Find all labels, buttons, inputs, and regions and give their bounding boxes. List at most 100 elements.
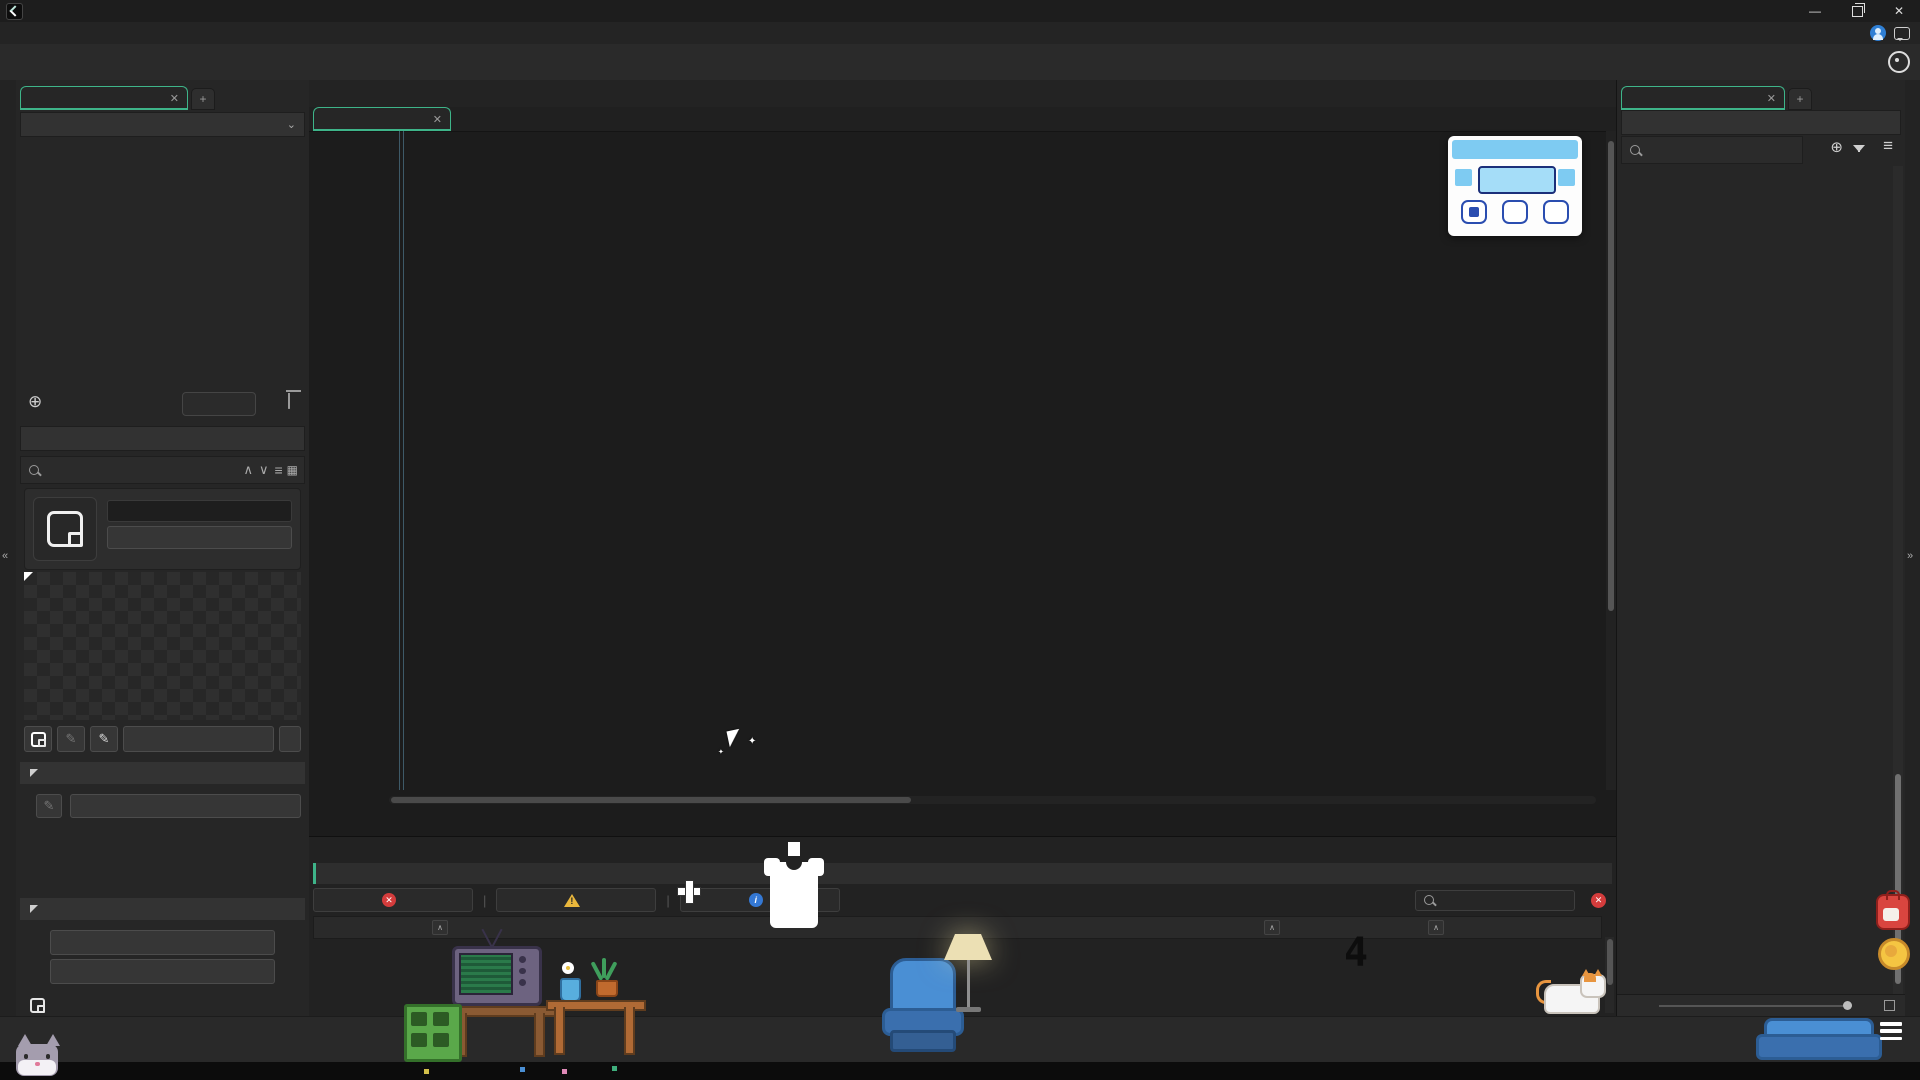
search-prev-icon[interactable]: ∧	[243, 462, 253, 478]
maximize-button[interactable]	[1836, 0, 1878, 22]
pet-tv	[452, 938, 552, 1010]
feather-search-input[interactable]	[1415, 890, 1575, 911]
collapse-right-icon[interactable]: »	[1907, 550, 1913, 562]
pixel-number-4: 4	[1344, 930, 1368, 976]
pet-menu-icon[interactable]	[1880, 1022, 1902, 1040]
tab-inspector[interactable]: ✕	[20, 86, 188, 110]
add-tab-button[interactable]: +	[191, 88, 215, 110]
pomodoro-title-bar[interactable]	[1452, 140, 1578, 159]
layers-dropdown[interactable]: ⌄	[20, 112, 305, 137]
properties-section-header[interactable]	[20, 762, 305, 784]
editor-horizontal-scrollbar[interactable]	[389, 796, 1596, 804]
clear-messages-button[interactable]: ✕	[1591, 893, 1606, 908]
paint-sprite-button[interactable]: ✎	[90, 726, 118, 752]
pixel-item	[562, 1069, 567, 1074]
close-button[interactable]: ✕	[1878, 0, 1920, 22]
info-icon: i	[749, 893, 763, 907]
collapse-left-icon[interactable]: «	[2, 550, 8, 562]
search-icon	[1424, 895, 1434, 905]
chevron-down-icon: ⌄	[287, 118, 296, 131]
sprite-preview-area	[24, 572, 301, 720]
chat-icon[interactable]	[1894, 27, 1910, 40]
event-icon	[30, 998, 45, 1013]
sprite-more-button[interactable]	[279, 726, 301, 752]
coin-icon[interactable]	[1878, 938, 1910, 970]
errors-filter-button[interactable]: ✕	[313, 888, 473, 912]
edit-sprite-button[interactable]: ✎	[57, 726, 85, 752]
asset-browser-panel: ✕ + ⊕ ≡	[1616, 80, 1905, 1016]
grid-view-icon[interactable]: ▦	[287, 463, 298, 477]
open-editor-events-button[interactable]	[50, 959, 275, 984]
deep-sleep-button[interactable]	[1543, 200, 1569, 224]
close-icon[interactable]: ✕	[433, 113, 442, 126]
add-event-button[interactable]	[50, 930, 275, 955]
dock-scrollbar[interactable]	[1605, 937, 1614, 1013]
pixel-item	[424, 1069, 429, 1074]
minus-button[interactable]	[1455, 169, 1472, 186]
inspector-target-dropdown[interactable]	[20, 426, 305, 451]
diagnostic-counts: ✕ | | i ✕	[313, 887, 1612, 913]
object-icon	[47, 511, 83, 547]
inspector-panel: ✕ + ⌄ ⊕ ∧ ∨ ≡ ▦ ✎ ✎	[16, 80, 310, 1016]
dock-panel-title	[313, 863, 1612, 884]
inspector-search[interactable]: ∧ ∨ ≡ ▦	[20, 456, 305, 484]
event-item-create[interactable]	[30, 998, 53, 1013]
code-text-area[interactable]	[309, 131, 1606, 790]
sort-button[interactable]: ∧	[1264, 917, 1280, 938]
collision-mask-edit-button[interactable]: ✎	[36, 794, 62, 818]
warnings-filter-button[interactable]	[496, 888, 656, 912]
add-layer-icon[interactable]: ⊕	[28, 392, 42, 412]
asset-browser-header	[1621, 110, 1901, 135]
left-dock-strip: «	[0, 80, 17, 1016]
gamemaker-logo-icon	[6, 3, 23, 20]
sparkle-icon: ✦	[748, 736, 756, 747]
asset-tree	[1619, 164, 1891, 994]
search-next-icon[interactable]: ∨	[259, 462, 269, 478]
pomodoro-widget[interactable]	[1448, 136, 1582, 236]
pixel-item	[520, 1067, 525, 1072]
plus-button[interactable]	[1558, 169, 1575, 186]
pet-vase	[560, 978, 581, 1002]
sprite-selector[interactable]	[123, 726, 274, 752]
delete-layer-icon[interactable]	[288, 393, 290, 408]
filter-icon[interactable]	[1853, 140, 1865, 155]
resize-handle[interactable]	[24, 572, 33, 581]
asset-tree-scrollbar[interactable]	[1893, 166, 1903, 994]
asset-search-input[interactable]	[1621, 136, 1803, 164]
tab-create-event[interactable]: ✕	[313, 107, 451, 131]
gamemaker-ide: { "window": { "title": "desktop_pet - Ga…	[0, 0, 1920, 1080]
inventory-backpack-icon[interactable]	[1876, 894, 1910, 930]
add-sprite-button[interactable]	[24, 726, 52, 752]
editor-vertical-scrollbar[interactable]	[1606, 131, 1616, 790]
target-device-icon[interactable]	[1888, 51, 1910, 73]
stop-button[interactable]	[1461, 200, 1487, 224]
inherit-button[interactable]	[182, 392, 256, 416]
view-toggle-icon[interactable]	[1884, 1000, 1895, 1011]
tab-assets[interactable]: ✕	[1621, 86, 1785, 110]
search-icon	[1630, 145, 1640, 155]
add-asset-icon[interactable]: ⊕	[1830, 138, 1843, 156]
sort-button[interactable]: ∧	[432, 917, 448, 938]
error-icon: ✕	[382, 893, 396, 907]
close-icon[interactable]: ✕	[170, 92, 179, 105]
collision-mask-dropdown[interactable]	[70, 794, 301, 818]
sort-button[interactable]: ∧	[1428, 917, 1444, 938]
code-tab-bar: ✕	[309, 107, 1616, 132]
sleep-button[interactable]	[1502, 200, 1528, 224]
account-avatar[interactable]	[1870, 25, 1886, 41]
pixel-item	[612, 1066, 617, 1071]
list-view-icon[interactable]: ≡	[274, 462, 282, 478]
pixel-plus-icon	[686, 881, 693, 903]
pet-couch	[1756, 1018, 1878, 1058]
zoom-slider[interactable]	[1659, 1005, 1852, 1007]
add-tab-button[interactable]: +	[1788, 88, 1812, 110]
stop-icon	[1469, 207, 1479, 217]
close-icon[interactable]: ✕	[1767, 92, 1776, 105]
minimize-button[interactable]: —	[1794, 0, 1836, 22]
open-editor-button[interactable]	[107, 526, 292, 549]
menu-icon[interactable]: ≡	[1883, 136, 1893, 156]
events-section-header[interactable]	[20, 898, 305, 920]
object-name-field[interactable]	[107, 500, 292, 522]
collapse-triangle-icon	[30, 769, 38, 777]
title-bar: — ✕	[0, 0, 1920, 22]
